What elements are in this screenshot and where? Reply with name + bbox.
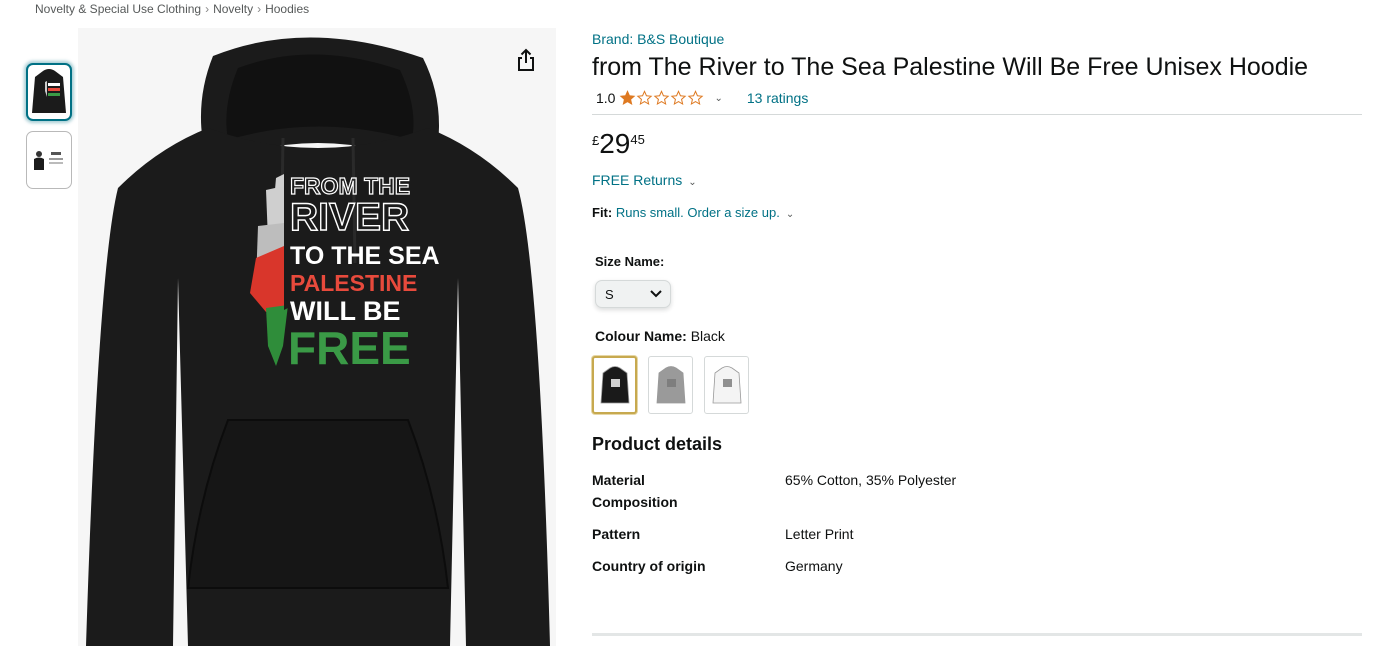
fit-info: Fit: Runs small. Order a size up. ⌄ [592,205,1362,220]
thumbnail-front[interactable] [26,63,72,121]
price-symbol: £ [592,133,600,148]
print-line-4: PALESTINE [290,270,417,296]
product-title: from The River to The Sea Palestine Will… [592,53,1309,81]
star-rating[interactable] [619,90,704,106]
product-details-heading: Product details [592,434,723,454]
price-fraction: 45 [630,132,645,147]
details-row: Material Composition 65% Cotton, 35% Pol… [592,469,1152,513]
details-row: Country of origin Germany [592,555,1152,577]
star-empty-icon [654,90,670,106]
colour-label-title: Colour Name: [595,328,687,344]
ratings-count-link[interactable]: 13 ratings [747,90,808,106]
main-product-image[interactable]: FROM THE RIVER TO THE SEA PALESTINE WILL… [78,28,556,646]
details-value: Letter Print [785,526,854,542]
details-key: Material Composition [592,472,678,510]
colour-swatch-grey[interactable] [648,356,693,414]
hoodie-image: FROM THE RIVER TO THE SEA PALESTINE WILL… [86,37,550,646]
size-dropdown[interactable]: S [595,280,671,308]
thumbnail-model[interactable] [26,131,72,189]
chevron-down-icon [650,290,662,298]
print-line-6: FREE [288,322,411,374]
price-whole: 29 [599,128,631,159]
colour-swatches [592,356,1362,414]
brand-link[interactable]: Brand: B&S Boutique [592,31,1362,47]
star-empty-icon [637,90,653,106]
print-line-2: RIVER [290,196,409,239]
free-returns-label: FREE Returns [592,172,683,188]
divider [592,633,1362,636]
hoodie-swatch-icon [712,366,741,404]
hoodie-thumbnail-icon [32,69,66,113]
star-filled-icon [620,90,636,106]
breadcrumb-item-novelty[interactable]: Novelty [213,2,253,16]
breadcrumb-item-novelty-clothing[interactable]: Novelty & Special Use Clothing [35,2,201,16]
breadcrumb-separator: › [205,2,210,16]
divider [592,114,1362,115]
star-empty-icon [688,90,704,106]
fit-value-link[interactable]: Runs small. Order a size up. [616,205,780,220]
fit-label: Fit: [592,205,613,220]
details-row: Pattern Letter Print [592,523,1152,545]
free-returns-link[interactable]: FREE Returns ⌄ [592,172,697,188]
product-info: Brand: B&S Boutique from The River to Th… [592,31,1362,587]
chevron-down-icon[interactable]: ⌄ [786,209,794,220]
details-value: Germany [785,558,843,574]
hoodie-swatch-icon [600,366,629,404]
image-thumbnails [26,63,72,199]
size-label: Size Name: [595,254,665,269]
ratings-row: 1.0 ⌄ 13 ratings [592,88,1362,108]
star-empty-icon [671,90,687,106]
share-icon [518,48,534,71]
chevron-down-icon: ⌄ [688,177,697,188]
colour-value: Black [690,328,725,344]
print-line-3: TO THE SEA [290,242,440,270]
details-key: Country of origin [592,558,706,574]
breadcrumb-separator: › [257,2,262,16]
details-value: 65% Cotton, 35% Polyester [785,472,957,488]
breadcrumb: Novelty & Special Use Clothing › Novelty › H… [35,2,309,16]
colour-swatch-black[interactable] [592,356,637,414]
chevron-down-icon[interactable]: ⌄ [714,93,722,104]
colour-label: Colour Name: Black [595,328,1362,344]
product-details-table: Material Composition 65% Cotton, 35% Pol… [592,469,1152,577]
price: £29 45 [592,129,1362,159]
size-selected-value: S [605,286,614,302]
hoodie-swatch-icon [656,366,685,404]
share-button[interactable] [510,45,542,75]
hoodie-model-thumbnail-icon [34,151,63,170]
details-key: Pattern [592,526,641,542]
rating-value: 1.0 [596,90,616,106]
breadcrumb-item-hoodies[interactable]: Hoodies [265,2,309,16]
colour-swatch-white[interactable] [704,356,749,414]
